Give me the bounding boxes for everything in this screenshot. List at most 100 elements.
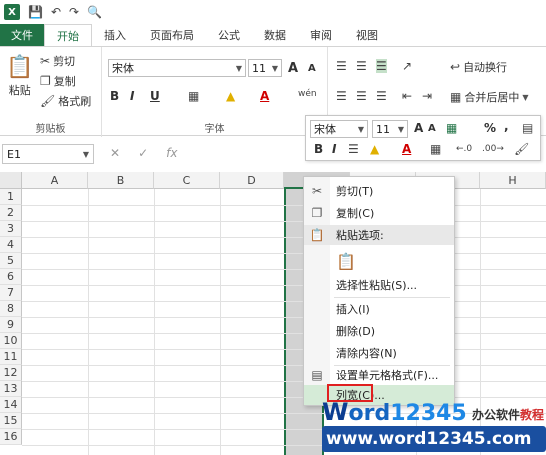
align-right-icon[interactable]: ☰ [376, 89, 387, 103]
tab-file[interactable]: 文件 [0, 24, 44, 46]
row-header[interactable]: 5 [0, 253, 22, 269]
mini-font-size-value: 11 [376, 122, 390, 136]
select-all-corner[interactable] [0, 172, 22, 189]
borders-icon[interactable]: ▦ [188, 89, 199, 103]
row-header[interactable]: 9 [0, 317, 22, 333]
menu-item-label: 删除(D) [336, 325, 376, 338]
mini-italic-button[interactable]: I [332, 142, 336, 156]
tab-home[interactable]: 开始 [44, 24, 92, 46]
orientation-icon[interactable]: ↗ [402, 59, 412, 73]
insert-function-button[interactable]: fx [166, 146, 177, 160]
enter-icon[interactable]: ✓ [138, 146, 148, 160]
align-bottom-icon[interactable]: ☰ [376, 59, 387, 73]
tab-insert[interactable]: 插入 [92, 24, 138, 46]
merge-center-button[interactable]: ▦ 合并后居中 ▼ [450, 89, 529, 105]
menu-header-paste-options: 📋 粘贴选项: [304, 225, 454, 245]
italic-button[interactable]: I [130, 89, 134, 103]
menu-item-copy[interactable]: ❐ 复制(C) [304, 203, 454, 223]
bold-button[interactable]: B [110, 89, 119, 103]
gridline [22, 221, 546, 222]
row-header[interactable]: 13 [0, 381, 22, 397]
name-box[interactable]: E1 ▼ [2, 144, 94, 164]
menu-item-insert[interactable]: 插入(I) [304, 299, 454, 319]
shrink-font-button[interactable]: A [308, 63, 316, 74]
clipboard-icon: 📋 [309, 228, 325, 242]
font-size-combo[interactable]: 11 ▼ [248, 59, 282, 77]
menu-item-delete[interactable]: 删除(D) [304, 321, 454, 341]
mini-paintbrush-icon[interactable]: 🖌 [514, 142, 529, 156]
cancel-icon[interactable]: ✕ [110, 146, 120, 160]
wrap-text-button[interactable]: ↩ 自动换行 [450, 59, 507, 75]
mini-borders-icon[interactable]: ▦ [430, 142, 441, 156]
tab-data[interactable]: 数据 [252, 24, 298, 46]
column-header-b[interactable]: B [88, 172, 154, 189]
row-header[interactable]: 4 [0, 237, 22, 253]
tab-review[interactable]: 审阅 [298, 24, 344, 46]
increase-decimal-icon[interactable]: ←.0 [456, 144, 472, 154]
row-header[interactable]: 1 [0, 189, 22, 205]
increase-indent-icon[interactable]: ⇥ [422, 89, 432, 103]
currency-icon[interactable]: ▦ [446, 121, 457, 135]
pinyin-button[interactable]: wén [298, 89, 317, 99]
row-header[interactable]: 3 [0, 221, 22, 237]
percent-button[interactable]: % [484, 121, 496, 135]
wrap-text-icon: ↩ [450, 60, 461, 74]
align-middle-icon[interactable]: ☰ [356, 59, 367, 73]
paste-values-option[interactable]: 📋 [304, 249, 454, 273]
tab-formulas[interactable]: 公式 [206, 24, 252, 46]
underline-button[interactable]: U [150, 89, 160, 103]
undo-icon[interactable]: ↶ [51, 5, 61, 19]
menu-item-paste-special[interactable]: 选择性粘贴(S)... [304, 275, 454, 295]
mini-font-size-combo[interactable]: 11 ▼ [372, 120, 408, 138]
mini-font-color-button[interactable]: A [402, 142, 411, 156]
mini-grow-font-button[interactable]: A [414, 121, 423, 135]
mini-shrink-font-button[interactable]: A [428, 123, 436, 134]
fill-color-icon[interactable]: ▲ [226, 89, 235, 103]
row-header[interactable]: 2 [0, 205, 22, 221]
format-icon[interactable]: ▤ [522, 121, 533, 135]
align-top-icon[interactable]: ☰ [336, 59, 347, 73]
decrease-indent-icon[interactable]: ⇤ [402, 89, 412, 103]
menu-item-format-cells[interactable]: ▤ 设置单元格格式(F)... [304, 365, 454, 385]
row-header[interactable]: 16 [0, 429, 22, 445]
tab-view[interactable]: 视图 [344, 24, 390, 46]
row-header[interactable]: 14 [0, 397, 22, 413]
font-name-combo[interactable]: 宋体 ▼ [108, 59, 246, 77]
font-color-button[interactable]: A [260, 89, 269, 103]
paste-button[interactable]: 📋 粘贴 [6, 55, 33, 98]
row-header[interactable]: 7 [0, 285, 22, 301]
row-header[interactable]: 8 [0, 301, 22, 317]
redo-icon[interactable]: ↷ [69, 5, 79, 19]
print-preview-icon[interactable]: 🔍 [87, 5, 102, 19]
column-header-a[interactable]: A [22, 172, 88, 189]
mini-align-icon[interactable]: ☰ [348, 142, 359, 156]
column-header-h[interactable]: H [480, 172, 546, 189]
menu-item-cut[interactable]: ✂ 剪切(T) [304, 181, 454, 201]
mini-bold-button[interactable]: B [314, 142, 323, 156]
row-header[interactable]: 6 [0, 269, 22, 285]
copy-button[interactable]: ❐ 复制 [40, 73, 76, 89]
row-header[interactable]: 11 [0, 349, 22, 365]
clipboard-group: 📋 粘贴 ✂ 剪切 ❐ 复制 🖌 格式刷 剪贴板 [0, 47, 102, 137]
grow-font-button[interactable]: A [288, 61, 298, 76]
menu-item-clear-contents[interactable]: 清除内容(N) [304, 343, 454, 363]
mini-fill-color-icon[interactable]: ▲ [370, 142, 379, 156]
menu-item-label: 清除内容(N) [336, 347, 397, 360]
mini-font-name-combo[interactable]: 宋体 ▼ [310, 120, 368, 138]
decrease-decimal-icon[interactable]: .00→ [482, 144, 504, 154]
column-header-d[interactable]: D [220, 172, 284, 189]
comma-button[interactable]: , [504, 119, 509, 133]
row-header[interactable]: 15 [0, 413, 22, 429]
font-group: 宋体 ▼ 11 ▼ A A B I U ▦ ▲ A wén 字体 [102, 47, 328, 137]
tab-page-layout[interactable]: 页面布局 [138, 24, 206, 46]
row-header[interactable]: 12 [0, 365, 22, 381]
row-header[interactable]: 10 [0, 333, 22, 349]
column-header-c[interactable]: C [154, 172, 220, 189]
cut-button[interactable]: ✂ 剪切 [40, 53, 75, 69]
gridline [22, 349, 546, 350]
format-painter-button[interactable]: 🖌 格式刷 [40, 93, 91, 109]
save-icon[interactable]: 💾 [28, 5, 43, 19]
watermark-tag-b: 教程 [520, 408, 545, 422]
align-left-icon[interactable]: ☰ [336, 89, 347, 103]
align-center-icon[interactable]: ☰ [356, 89, 367, 103]
